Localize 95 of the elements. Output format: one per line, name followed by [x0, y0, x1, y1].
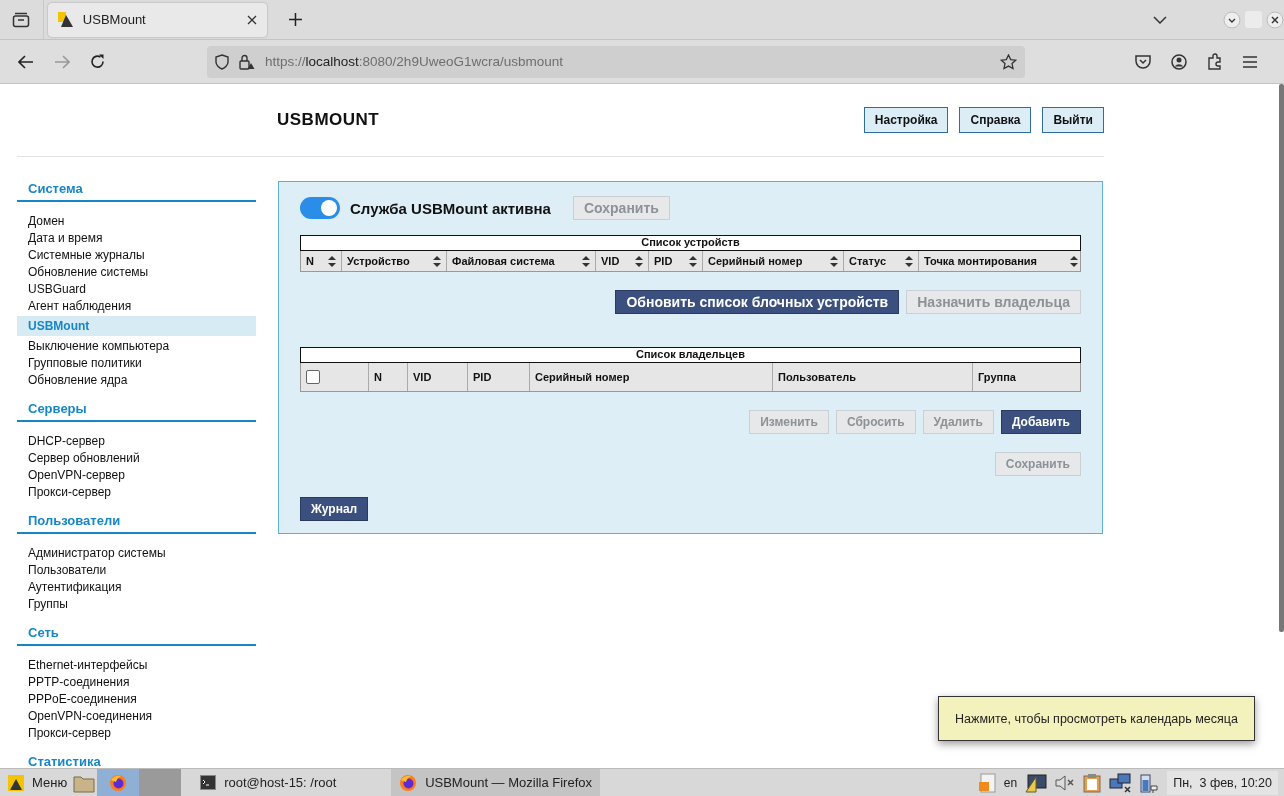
- sidebar-item[interactable]: Агент наблюдения: [17, 298, 256, 315]
- sidebar-item[interactable]: Дата и время: [17, 230, 256, 247]
- taskbar-window-button[interactable]: USBMount — Mozilla Firefox: [391, 769, 601, 796]
- header-button[interactable]: Справка: [959, 107, 1032, 133]
- address-field[interactable]: https://localhost:8080/2h9UweoG1wcra/usbmount: [207, 45, 1025, 78]
- lock-warning-icon[interactable]: [239, 53, 255, 70]
- column-header[interactable]: Статус: [844, 251, 919, 271]
- column-header[interactable]: PID: [468, 363, 530, 391]
- sidebar-item[interactable]: Аутентификация: [17, 579, 256, 596]
- sidebar-item[interactable]: Пользователи: [17, 562, 256, 579]
- service-label: Служба USBMount активна: [350, 199, 551, 217]
- sidebar-heading: Сеть: [17, 625, 256, 646]
- sort-icon[interactable]: [689, 255, 697, 267]
- sort-icon[interactable]: [328, 255, 336, 267]
- browser-launcher[interactable]: [97, 769, 140, 796]
- table-caption: Список устройств: [300, 235, 1081, 251]
- start-menu-button[interactable]: Меню: [0, 772, 74, 793]
- clipboard-icon[interactable]: [1083, 772, 1102, 793]
- column-header[interactable]: Устройство: [342, 251, 447, 271]
- new-tab-icon[interactable]: [289, 13, 303, 26]
- sort-icon[interactable]: [582, 255, 590, 267]
- sidebar-item[interactable]: Администратор системы: [17, 545, 256, 562]
- header-button[interactable]: Выйти: [1042, 107, 1104, 133]
- terminal-icon: [200, 775, 217, 790]
- reload-icon[interactable]: [90, 54, 105, 69]
- journal-button[interactable]: Журнал: [300, 497, 369, 521]
- tab-list-icon[interactable]: [12, 11, 31, 28]
- select-all-checkbox[interactable]: [306, 370, 320, 384]
- column-header[interactable]: PID: [649, 251, 703, 271]
- service-toggle[interactable]: [300, 197, 340, 219]
- column-header[interactable]: Пользователь: [773, 363, 973, 391]
- minimize-icon[interactable]: [1223, 10, 1242, 29]
- sort-icon[interactable]: [905, 255, 913, 267]
- browser-tab[interactable]: USBMount: [47, 2, 268, 37]
- sort-icon[interactable]: [1070, 255, 1078, 267]
- pocket-icon[interactable]: [1135, 54, 1151, 69]
- sort-icon[interactable]: [433, 255, 441, 267]
- clock[interactable]: Пн, 3 фев, 10:20: [1167, 770, 1278, 795]
- close-icon[interactable]: [247, 14, 258, 25]
- sidebar-heading: Система: [17, 181, 256, 202]
- refresh-devices-button[interactable]: Обновить список блочных устройств: [615, 290, 900, 314]
- sidebar-item[interactable]: Группы: [17, 596, 256, 613]
- close-window-icon[interactable]: [1266, 10, 1284, 29]
- tab-favicon-icon: [57, 11, 74, 28]
- sidebar-item[interactable]: Ethernet-интерфейсы: [17, 657, 256, 674]
- sidebar-item[interactable]: Обновление ядра: [17, 372, 256, 389]
- sidebar-item[interactable]: PPTP-соединения: [17, 674, 256, 691]
- owner-action-button[interactable]: Добавить: [1000, 410, 1081, 434]
- sidebar-item[interactable]: USBGuard: [17, 281, 256, 298]
- column-header[interactable]: Точка монтирования: [919, 251, 1083, 271]
- network-icon[interactable]: [1109, 772, 1132, 793]
- header-button[interactable]: Настройка: [863, 107, 949, 133]
- account-icon[interactable]: [1171, 53, 1187, 70]
- sidebar-item[interactable]: OpenVPN-соединения: [17, 708, 256, 725]
- table-caption: Список владельцев: [300, 347, 1081, 363]
- sidebar-item[interactable]: Обновление системы: [17, 264, 256, 281]
- column-header[interactable]: VID: [596, 251, 649, 271]
- page-title: USBMOUNT: [277, 110, 381, 130]
- extensions-icon[interactable]: [1207, 53, 1223, 70]
- column-header[interactable]: N: [369, 363, 408, 391]
- column-header[interactable]: Серийный номер: [530, 363, 773, 391]
- firefox-icon: [109, 773, 128, 792]
- sidebar-heading: Пользователи: [17, 513, 256, 534]
- sidebar-item[interactable]: Прокси-сервер: [17, 725, 256, 742]
- back-icon[interactable]: [18, 54, 34, 69]
- menu-icon[interactable]: [1243, 55, 1257, 68]
- sidebar-item[interactable]: Домен: [17, 213, 256, 230]
- sidebar-item[interactable]: Выключение компьютера: [17, 338, 256, 355]
- volume-muted-icon[interactable]: [1055, 773, 1076, 792]
- sort-icon[interactable]: [635, 255, 643, 267]
- column-header[interactable]: Серийный номер: [703, 251, 844, 271]
- display-icon[interactable]: [1025, 772, 1048, 793]
- sidebar-item[interactable]: Групповые политики: [17, 355, 256, 372]
- bookmark-star-icon[interactable]: [1000, 53, 1017, 70]
- column-header[interactable]: Файловая система: [447, 251, 596, 271]
- shield-icon[interactable]: [215, 53, 229, 70]
- column-header[interactable]: VID: [408, 363, 468, 391]
- taskbar-window-button[interactable]: root@host-15: /root: [192, 769, 388, 796]
- column-header[interactable]: Группа: [973, 363, 1083, 391]
- tooltip: Нажмите, чтобы просмотреть календарь месяца: [938, 696, 1255, 741]
- sidebar-item[interactable]: DHCP-сервер: [17, 433, 256, 450]
- battery-plug-icon[interactable]: [1139, 771, 1160, 794]
- sidebar-item[interactable]: PPPoE-соединения: [17, 691, 256, 708]
- sidebar-item[interactable]: Системные журналы: [17, 247, 256, 264]
- logo-icon: [6, 772, 26, 793]
- sidebar-item[interactable]: Прокси-сервер: [17, 484, 256, 501]
- sidebar-item[interactable]: OpenVPN-сервер: [17, 467, 256, 484]
- firefox-icon: [399, 773, 418, 792]
- sort-icon[interactable]: [830, 255, 838, 267]
- chevron-down-icon[interactable]: [1153, 15, 1168, 24]
- column-header[interactable]: N: [301, 251, 342, 271]
- keyboard-layout[interactable]: en: [1003, 775, 1018, 790]
- sidebar-item[interactable]: Сервер обновлений: [17, 450, 256, 467]
- scrollbar[interactable]: [1279, 84, 1284, 632]
- sidebar-heading: Серверы: [17, 401, 256, 422]
